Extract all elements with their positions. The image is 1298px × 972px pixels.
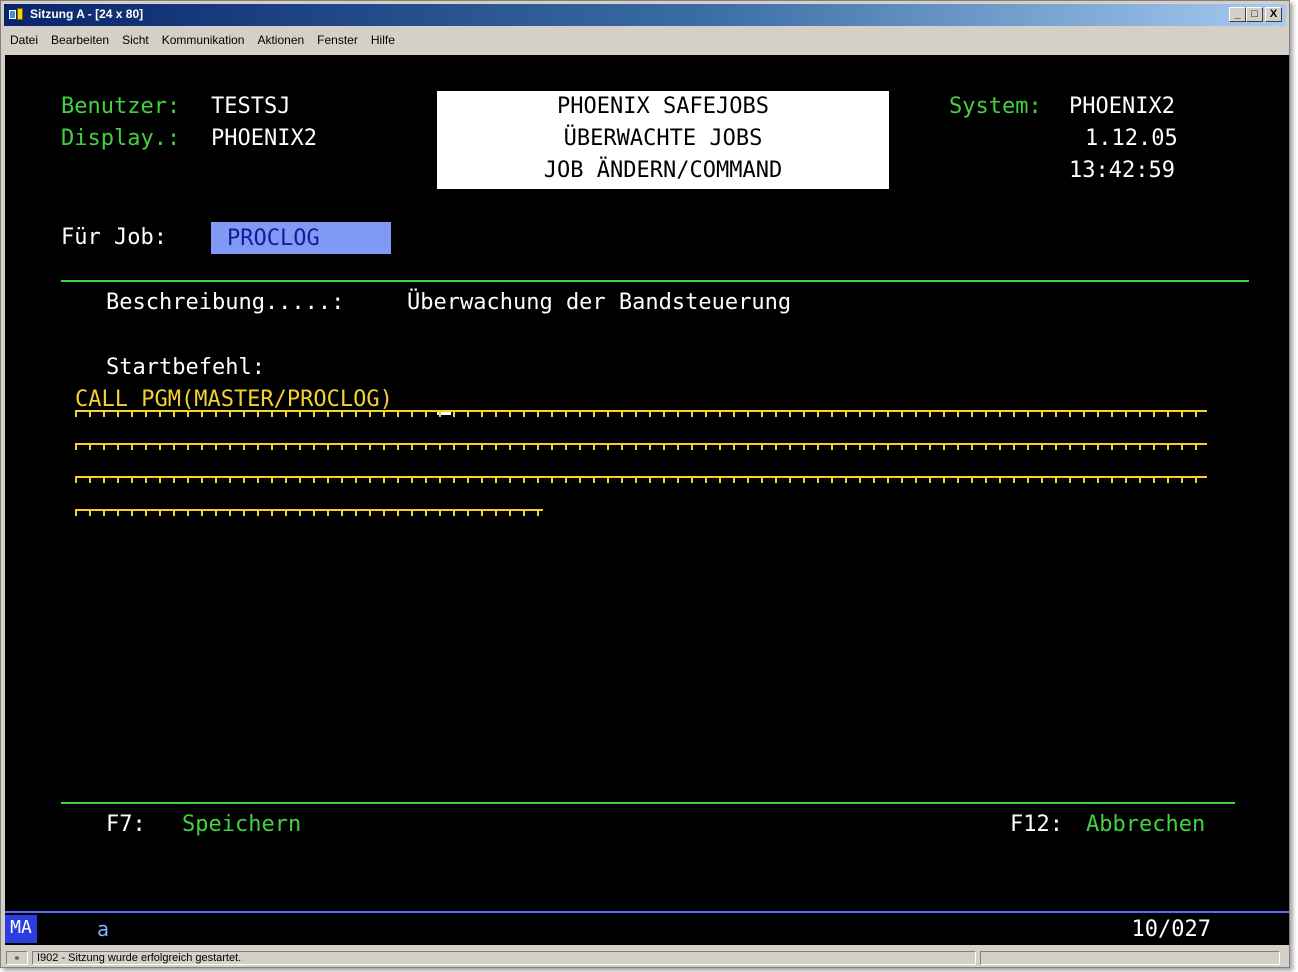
job-label: Für Job:: [61, 225, 167, 250]
menu-bar: Datei Bearbeiten Sicht Kommunikation Akt…: [4, 29, 402, 51]
mode-indicator: MA: [5, 915, 37, 943]
window-controls: _ □ X: [1229, 7, 1282, 22]
time-value: 13:42:59: [1069, 158, 1175, 183]
user-value: TESTSJ: [211, 94, 291, 119]
status-panel-empty: [980, 951, 1280, 965]
display-value: PHOENIX2: [211, 126, 317, 151]
terminal-status-line: MA a 10/027: [5, 911, 1289, 945]
user-label: Benutzer:: [61, 94, 181, 119]
close-button[interactable]: X: [1265, 7, 1282, 22]
screen-title-line-1: PHOENIX SAFEJOBS: [557, 94, 769, 119]
menu-fenster[interactable]: Fenster: [311, 33, 365, 47]
command-input-line-2[interactable]: [75, 443, 1207, 451]
screen-title-line-2: ÜBERWACHTE JOBS: [563, 126, 763, 151]
menu-bearbeiten[interactable]: Bearbeiten: [45, 33, 116, 47]
f12-cancel-label[interactable]: Abbrechen: [1086, 809, 1205, 841]
system-value: PHOENIX2: [1069, 94, 1175, 119]
terminal-screen[interactable]: Benutzer: TESTSJ Display.: PHOENIX2 PHOE…: [5, 55, 1289, 945]
menu-hilfe[interactable]: Hilfe: [365, 33, 402, 47]
system-label: System:: [949, 94, 1042, 119]
description-value: Überwachung der Bandsteuerung: [407, 290, 792, 315]
command-input-line-3[interactable]: [75, 476, 1207, 484]
menu-sicht[interactable]: Sicht: [116, 33, 156, 47]
f12-key[interactable]: F12:: [1010, 809, 1063, 841]
menu-aktionen[interactable]: Aktionen: [251, 33, 311, 47]
maximize-button[interactable]: □: [1246, 7, 1263, 22]
cursor-position: 10/027: [1131, 917, 1211, 942]
command-input-line-4[interactable]: [75, 509, 543, 517]
description-label: Beschreibung.....:: [106, 290, 345, 315]
session-app-icon[interactable]: [9, 8, 25, 22]
menu-kommunikation[interactable]: Kommunikation: [156, 33, 252, 47]
connection-icon: ⚭: [6, 951, 28, 965]
footer-separator: [61, 802, 1235, 804]
screen-title-box: PHOENIX SAFEJOBS ÜBERWACHTE JOBS JOB ÄND…: [437, 91, 889, 189]
emulator-window: Sitzung A - [24 x 80] _ □ X Datei Bearbe…: [0, 0, 1290, 968]
status-message: I902 - Sitzung wurde erfolgreich gestart…: [32, 951, 976, 965]
screen-title-line-3: JOB ÄNDERN/COMMAND: [543, 158, 783, 183]
job-name-value: PROCLOG: [227, 226, 320, 251]
job-name-field: PROCLOG: [211, 222, 391, 254]
date-value: 1.12.05: [1085, 126, 1178, 151]
title-bar[interactable]: Sitzung A - [24 x 80] _ □ X: [4, 4, 1286, 26]
start-command-label: Startbefehl:: [106, 355, 265, 380]
f7-save-label[interactable]: Speichern: [182, 809, 301, 841]
f7-key[interactable]: F7:: [106, 809, 146, 841]
minimize-button[interactable]: _: [1229, 7, 1246, 22]
display-label: Display.:: [61, 126, 181, 151]
window-status-bar: ⚭ I902 - Sitzung wurde erfolgreich gesta…: [4, 949, 1286, 967]
header-separator: [61, 280, 1249, 282]
window-title: Sitzung A - [24 x 80]: [30, 7, 144, 21]
menu-datei[interactable]: Datei: [4, 33, 45, 47]
command-input-line-1[interactable]: [75, 410, 1207, 418]
status-indicator: a: [97, 917, 110, 941]
